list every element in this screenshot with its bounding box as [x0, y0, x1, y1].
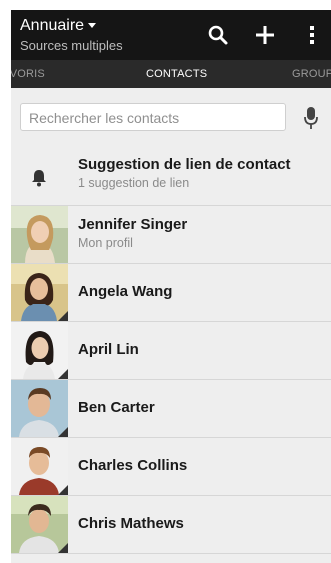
avatar	[11, 380, 68, 437]
avatar	[11, 264, 68, 321]
avatar	[11, 496, 68, 553]
search-input[interactable]: Rechercher les contacts	[20, 103, 286, 131]
directory-subtitle: Sources multiples	[20, 38, 123, 53]
avatar	[11, 206, 68, 263]
directory-title: Annuaire	[20, 17, 85, 34]
contact-name: Chris Mathews	[78, 515, 184, 532]
contact-name: Jennifer Singer	[78, 216, 188, 233]
contact-name: Ben Carter	[78, 399, 155, 416]
directory-dropdown[interactable]: Annuaire	[20, 17, 97, 35]
avatar	[11, 438, 68, 495]
search-area: Rechercher les contacts	[11, 88, 331, 146]
list-item[interactable]: Chris Mathews	[11, 496, 331, 554]
contacts-screen: Annuaire Sources multiples AVORIS CONTAC…	[11, 10, 331, 563]
contact-card-corner	[58, 485, 68, 495]
suggestion-title: Suggestion de lien de contact	[78, 156, 291, 173]
link-suggestion-row[interactable]: Suggestion de lien de contact 1 suggesti…	[11, 146, 331, 206]
contact-card-corner	[58, 311, 68, 321]
app-header: Annuaire Sources multiples	[11, 10, 331, 60]
contact-card-corner	[58, 543, 68, 553]
tab-groups[interactable]: GROUPE	[292, 68, 331, 80]
bell-icon	[32, 170, 46, 187]
contact-name: Angela Wang	[78, 283, 173, 300]
contact-subtitle: Mon profil	[78, 236, 133, 250]
search-placeholder: Rechercher les contacts	[29, 110, 180, 126]
contact-list: Suggestion de lien de contact 1 suggesti…	[11, 146, 331, 554]
list-item[interactable]: Angela Wang	[11, 264, 331, 322]
list-item[interactable]: Ben Carter	[11, 380, 331, 438]
avatar	[11, 322, 68, 379]
list-item[interactable]: Jennifer Singer Mon profil	[11, 206, 331, 264]
add-icon[interactable]	[251, 21, 279, 49]
contact-name: Charles Collins	[78, 457, 188, 474]
dropdown-caret-icon	[88, 23, 97, 29]
search-icon[interactable]	[204, 21, 232, 49]
suggestion-subtitle: 1 suggestion de lien	[78, 176, 190, 190]
microphone-icon[interactable]	[303, 106, 319, 130]
contact-card-corner	[58, 369, 68, 379]
list-item[interactable]: April Lin	[11, 322, 331, 380]
tab-contacts[interactable]: CONTACTS	[146, 68, 207, 80]
tab-bar: AVORIS CONTACTS GROUPE	[11, 60, 331, 88]
contact-name: April Lin	[78, 341, 139, 358]
overflow-menu-icon[interactable]	[298, 21, 326, 49]
contact-card-corner	[58, 427, 68, 437]
list-item[interactable]: Charles Collins	[11, 438, 331, 496]
tab-favorites[interactable]: AVORIS	[11, 68, 45, 80]
